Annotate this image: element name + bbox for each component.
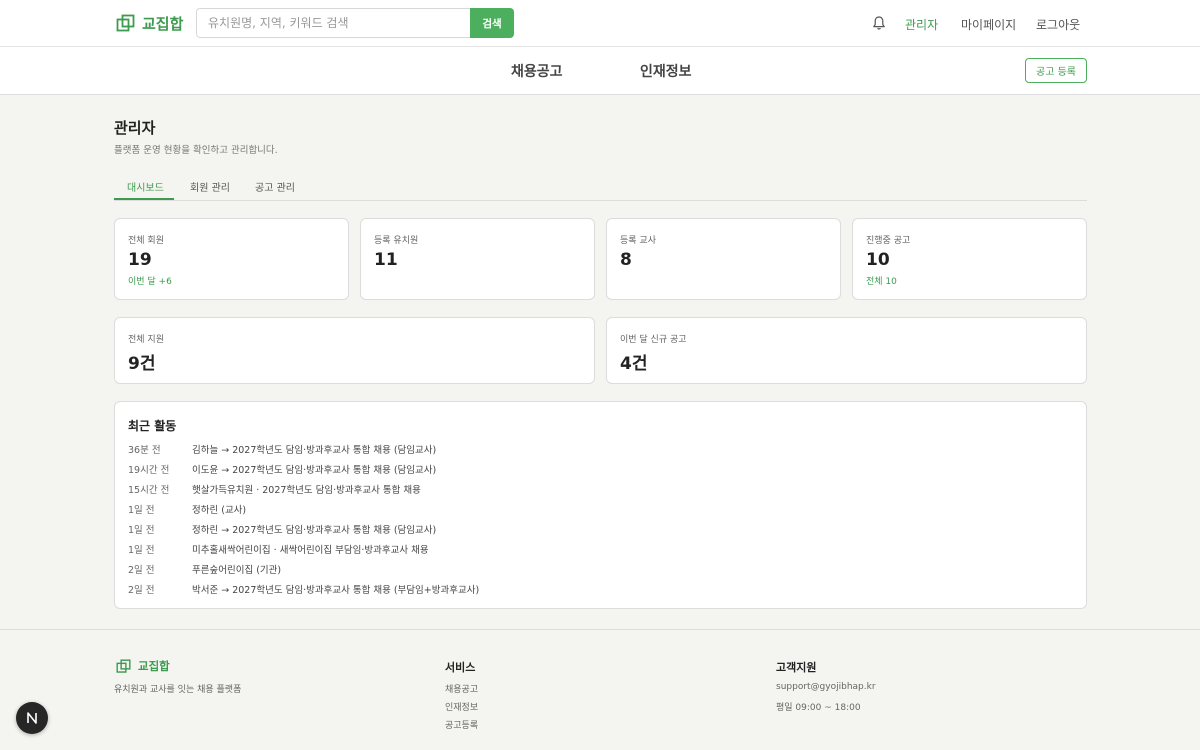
stat-value: 4건 (620, 354, 648, 374)
activity-text: 정하린 (교사) (192, 505, 247, 516)
activity-text: 정하린 → 2027학년도 담임·방과후교사 통합 채용 (담임교사) (192, 525, 437, 536)
activity-text: 이도윤 → 2027학년도 담임·방과후교사 통합 채용 (담임교사) (192, 465, 437, 476)
activity-time: 2일 전 (128, 585, 155, 596)
activity-text: 박서준 → 2027학년도 담임·방과후교사 통합 채용 (부담임+방과후교사) (192, 585, 480, 596)
activity-time: 19시간 전 (128, 465, 170, 476)
activity-time: 1일 전 (128, 525, 155, 536)
activity-text: 김하늘 → 2027학년도 담임·방과후교사 통합 채용 (담임교사) (192, 445, 437, 456)
stat-label: 진행중 공고 (866, 236, 911, 246)
activity-text: 미추홀새싹어린이집 · 새싹어린이집 부담임·방과후교사 채용 (192, 545, 429, 556)
footer-support-heading: 고객지원 (776, 661, 817, 674)
footer-service-heading: 서비스 (445, 661, 476, 674)
stat-card-total-members: 전체 회원 19 이번 달 +6 (114, 218, 349, 300)
brand-name: 교집합 (142, 15, 184, 33)
stat-value: 9건 (128, 354, 156, 374)
dev-tools-badge[interactable] (16, 702, 48, 734)
nav-mypage-link[interactable]: 마이페이지 (961, 16, 1016, 33)
footer-link-talent-info[interactable]: 인재정보 (445, 700, 478, 713)
activity-time: 36분 전 (128, 445, 161, 456)
activity-time: 1일 전 (128, 545, 155, 556)
site-footer: 교집합 유치원과 교사를 잇는 채용 플랫폼 서비스 채용공고 인재정보 공고등… (0, 629, 1200, 750)
stat-label: 등록 유치원 (374, 236, 419, 246)
subnav-talent-info[interactable]: 인재정보 (640, 61, 692, 81)
search-button[interactable]: 검색 (470, 8, 514, 38)
stat-card-new-postings-month: 이번 달 신규 공고 4건 (606, 317, 1087, 384)
footer-link-post-job[interactable]: 공고등록 (445, 718, 478, 731)
stat-label: 등록 교사 (620, 236, 656, 246)
stat-label: 전체 지원 (128, 335, 164, 345)
search-input[interactable] (196, 8, 470, 38)
activity-time: 1일 전 (128, 505, 155, 516)
post-job-button[interactable]: 공고 등록 (1025, 58, 1087, 83)
page-title: 관리자 (114, 119, 156, 137)
activity-time: 2일 전 (128, 565, 155, 576)
recent-activity-panel: 최근 활동 36분 전 김하늘 → 2027학년도 담임·방과후교사 통합 채용… (114, 401, 1087, 609)
stat-delta: 이번 달 +6 (128, 277, 172, 287)
nav-logout-link[interactable]: 로그아웃 (1036, 16, 1080, 33)
stat-value: 8 (620, 250, 632, 270)
search-bar: 검색 (196, 8, 514, 38)
bell-icon[interactable] (871, 15, 887, 31)
stat-value: 19 (128, 250, 152, 270)
admin-tabs: 대시보드 회원 관리 공고 관리 (114, 172, 1087, 201)
footer-brand-name: 교집합 (138, 659, 170, 673)
stat-value: 11 (374, 250, 398, 270)
footer-link-job-postings[interactable]: 채용공고 (445, 682, 478, 695)
stat-label: 이번 달 신규 공고 (620, 335, 687, 345)
activity-time: 15시간 전 (128, 485, 170, 496)
footer-support-email[interactable]: support@gyojibhap.kr (776, 682, 876, 692)
stat-card-active-postings: 진행중 공고 10 전체 10 (852, 218, 1087, 300)
stat-card-total-applications: 전체 지원 9건 (114, 317, 595, 384)
top-navigation-bar: 교집합 검색 관리자 마이페이지 로그아웃 (0, 0, 1200, 47)
footer-brand-logo[interactable]: 교집합 (116, 658, 170, 674)
stat-card-teachers: 등록 교사 8 (606, 218, 841, 300)
brand-logo[interactable]: 교집합 (116, 13, 183, 34)
n-logo-icon (27, 712, 37, 724)
stat-delta: 전체 10 (866, 277, 897, 287)
footer-tagline: 유치원과 교사를 잇는 채용 플랫폼 (114, 685, 242, 695)
stat-label: 전체 회원 (128, 236, 164, 246)
footer-support-hours: 평일 09:00 ~ 18:00 (776, 703, 861, 713)
activity-text: 푸른숲어린이집 (기관) (192, 565, 282, 576)
overlap-squares-icon (116, 658, 131, 673)
stat-value: 10 (866, 250, 890, 270)
recent-activity-title: 최근 활동 (128, 419, 177, 433)
subnav-job-postings[interactable]: 채용공고 (511, 61, 563, 81)
sub-navigation-bar: 채용공고 인재정보 공고 등록 (0, 47, 1200, 95)
activity-text: 햇살가득유치원 · 2027학년도 담임·방과후교사 통합 채용 (192, 485, 421, 496)
tab-dashboard[interactable]: 대시보드 (127, 179, 164, 194)
overlap-squares-icon (116, 14, 135, 32)
tab-posting-management[interactable]: 공고 관리 (255, 179, 295, 194)
nav-admin-link[interactable]: 관리자 (905, 16, 938, 33)
tab-member-management[interactable]: 회원 관리 (190, 179, 230, 194)
page-subtitle: 플랫폼 운영 현황을 확인하고 관리합니다. (114, 145, 278, 156)
active-tab-indicator (114, 198, 174, 200)
stat-card-kindergartens: 등록 유치원 11 (360, 218, 595, 300)
